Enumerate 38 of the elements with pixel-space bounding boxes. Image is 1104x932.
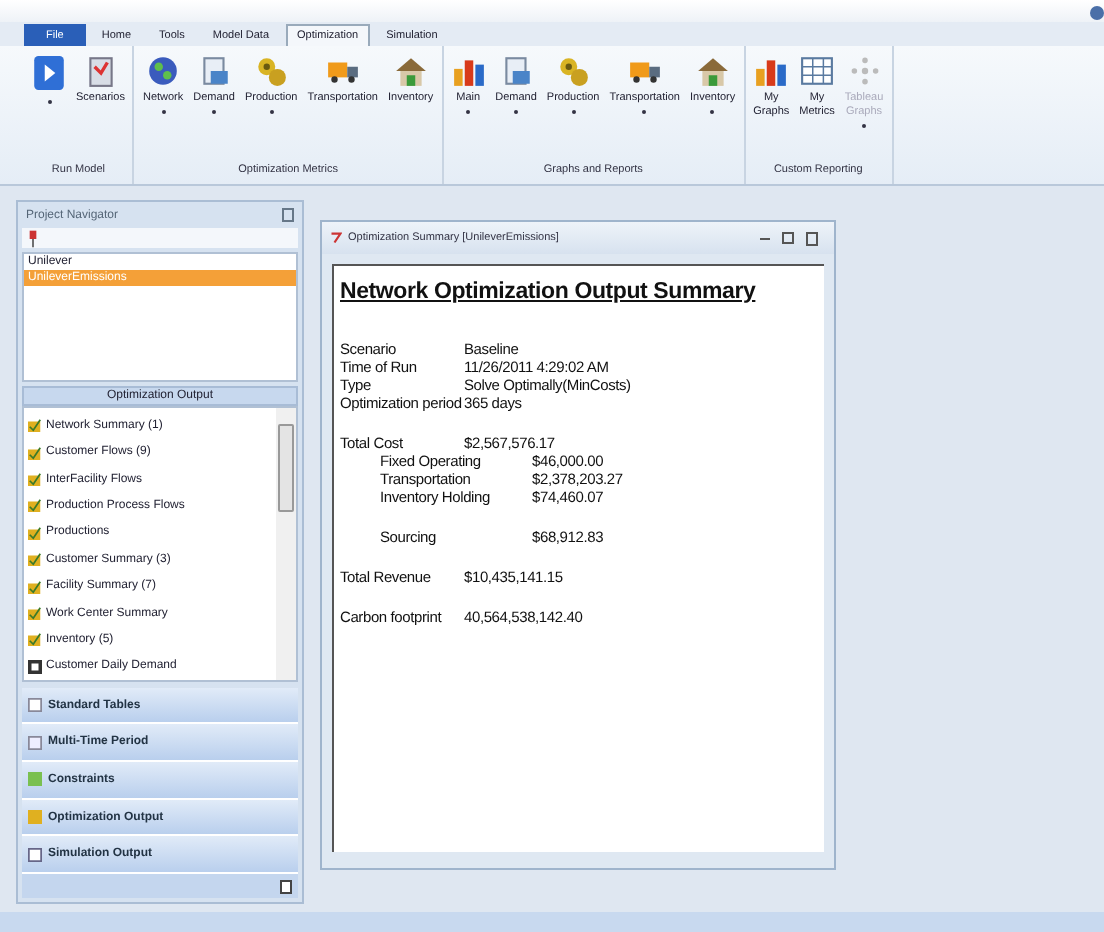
- report-icon: [28, 525, 42, 540]
- window-icon: [28, 847, 42, 862]
- maximize-button[interactable]: [782, 232, 794, 244]
- close-button[interactable]: [806, 232, 818, 244]
- dots-icon: [847, 54, 881, 88]
- house-icon: [393, 54, 428, 88]
- document-icon: [197, 54, 232, 88]
- house-icon: [695, 54, 730, 88]
- scrollbar[interactable]: [276, 408, 296, 680]
- bar-chart-icon: [451, 54, 486, 88]
- gears-icon: [254, 54, 289, 88]
- report-icon: [28, 418, 42, 433]
- play-icon: [32, 54, 66, 92]
- table-icon: [28, 698, 42, 713]
- report-icon: [28, 472, 42, 487]
- bar-chart-icon: [754, 54, 789, 88]
- dropdown-icon[interactable]: [280, 879, 292, 894]
- calendar-icon: [28, 659, 42, 674]
- report-icon: [28, 632, 42, 647]
- report-heading: Network Optimization Output Summary: [340, 280, 758, 304]
- report-icon: [28, 445, 42, 460]
- window-icon: [330, 232, 342, 244]
- pushpin-icon[interactable]: [28, 229, 38, 248]
- report-icon: [28, 552, 42, 567]
- gears-icon: [556, 54, 591, 88]
- clipboard-icon: [83, 54, 118, 88]
- globe-icon: [146, 54, 181, 88]
- report-icon: [28, 810, 42, 825]
- help-icon[interactable]: [1090, 6, 1104, 20]
- minimize-button[interactable]: [758, 232, 770, 244]
- ribbon-button[interactable]: [28, 54, 70, 104]
- report-icon: [28, 606, 42, 621]
- document-icon: [499, 54, 534, 88]
- report-icon: [28, 498, 42, 513]
- page-icon: [28, 735, 42, 750]
- grid-icon: [800, 54, 834, 88]
- constraint-icon: [28, 772, 42, 787]
- report-icon: [28, 579, 42, 594]
